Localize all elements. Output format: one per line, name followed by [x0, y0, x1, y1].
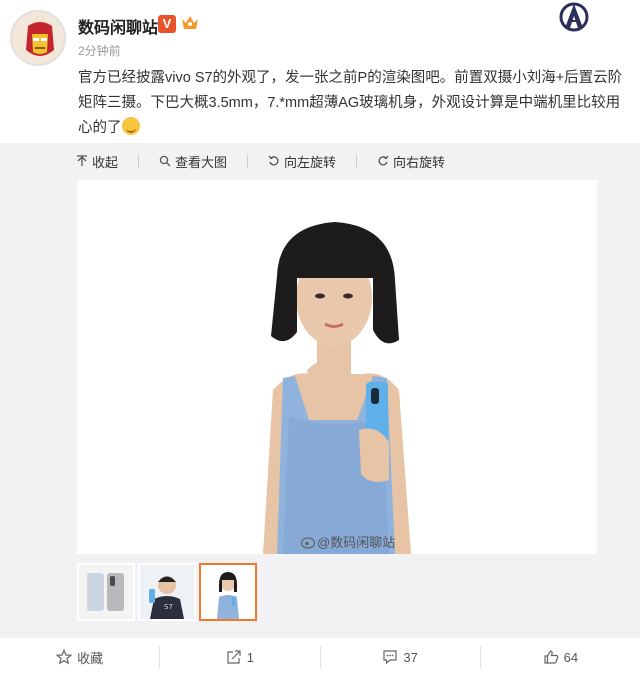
thumbnail-phones[interactable] [77, 563, 135, 621]
star-icon [56, 649, 73, 665]
female-model-thumbnail-image [201, 565, 255, 619]
image-watermark: @数码闲聊站 [301, 532, 395, 551]
magnifier-icon [159, 155, 171, 167]
rotate-left-icon [268, 155, 279, 166]
avengers-logo-icon[interactable] [556, 2, 592, 34]
watermark-text: @数码闲聊站 [317, 535, 396, 550]
toolbar-divider [356, 154, 358, 168]
view-large-button[interactable]: 查看大图 [159, 152, 227, 171]
share-icon [227, 650, 241, 664]
rotate-left-label: 向左旋转 [284, 154, 337, 170]
rotate-right-icon [378, 155, 389, 166]
share-button[interactable]: 1 [160, 649, 319, 665]
rotate-right-button[interactable]: 向右旋转 [377, 152, 445, 171]
post-text: 官方已经披露vivo S7的外观了，发一张之前P的渲染图吧。前置双摄小刘海+后置… [78, 70, 623, 136]
favorite-button[interactable]: 收藏 [0, 648, 159, 667]
post-body: 官方已经披露vivo S7的外观了，发一张之前P的渲染图吧。前置双摄小刘海+后置… [78, 66, 628, 141]
model-photo-illustration [77, 180, 597, 554]
thumbs-up-icon [544, 650, 558, 664]
action-bar: 收藏 1 37 64 [0, 640, 640, 674]
like-count: 64 [563, 649, 579, 665]
member-crown-icon [182, 16, 198, 29]
toolbar-divider [138, 154, 140, 168]
user-avatar[interactable] [10, 10, 66, 66]
view-large-label: 查看大图 [175, 154, 228, 170]
user-name[interactable]: 数码闲聊站 [78, 14, 158, 38]
media-toolbar: 收起 查看大图 向左旋转 向右旋转 [76, 151, 465, 171]
smirk-emoji-icon [121, 117, 140, 135]
male-model-thumbnail-image: S7 [140, 565, 194, 619]
toolbar-divider [247, 154, 249, 168]
like-button[interactable]: 64 [481, 649, 640, 665]
share-count: 1 [246, 649, 254, 665]
comment-button[interactable]: 37 [321, 649, 480, 665]
thumbnail-male-model[interactable]: S7 [138, 563, 196, 621]
post-timestamp[interactable]: 2分钟前 [78, 42, 121, 59]
thumbnail-female-model[interactable] [199, 563, 257, 621]
collapse-button[interactable]: 收起 [76, 152, 118, 171]
iron-man-avatar-icon [12, 12, 64, 64]
weibo-logo-icon [301, 536, 316, 549]
rotate-right-label: 向右旋转 [393, 154, 446, 170]
comment-count: 37 [403, 649, 418, 665]
phone-thumbnail-image [79, 565, 133, 619]
comment-icon [383, 650, 397, 665]
svg-text:S7: S7 [164, 603, 173, 611]
collapse-label: 收起 [92, 154, 119, 170]
collapse-arrow-icon [77, 155, 87, 166]
media-panel: 收起 查看大图 向左旋转 向右旋转 @数码闲聊站 S7 [0, 143, 640, 638]
thumbnail-strip: S7 [77, 563, 260, 621]
verified-badge: V [158, 15, 176, 33]
favorite-label: 收藏 [77, 650, 104, 666]
post-header: 数码闲聊站 V 2分钟前 [0, 0, 640, 70]
rotate-left-button[interactable]: 向左旋转 [268, 152, 336, 171]
post-image[interactable]: @数码闲聊站 [77, 180, 597, 554]
